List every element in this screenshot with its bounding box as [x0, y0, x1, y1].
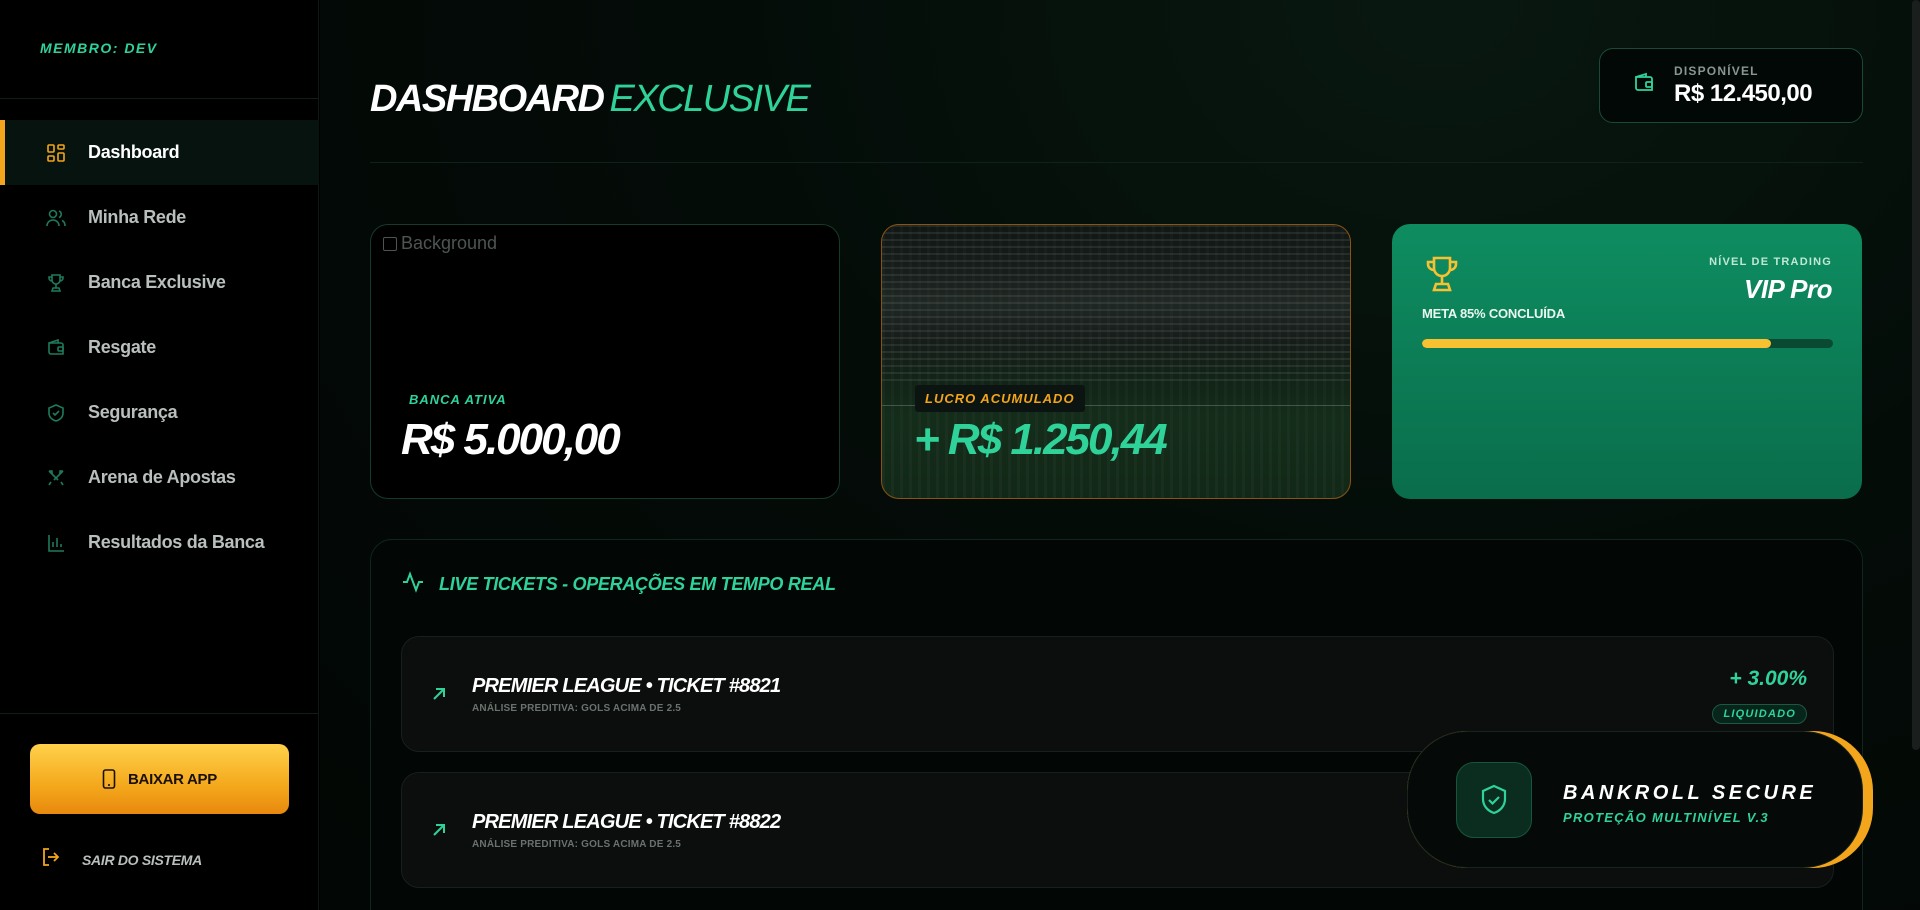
sidebar-item-resgate[interactable]: Resgate [0, 315, 319, 380]
grid-icon [45, 142, 67, 164]
trading-level-value: VIP Pro [1743, 274, 1833, 304]
balance-caption: DISPONÍVEL [1674, 63, 1759, 78]
ticket-analysis: ANÁLISE PREDITIVA: GOLS ACIMA DE 2.5 [472, 839, 682, 850]
live-tickets-header: LIVE TICKETS - OPERAÇÕES EM TEMPO REAL [401, 570, 836, 599]
lucro-acumulado-badge: LUCRO ACUMULADO [915, 385, 1085, 412]
arrow-up-right-icon [430, 685, 448, 708]
sidebar-item-label: Minha Rede [88, 207, 187, 227]
phone-icon [102, 769, 116, 789]
sidebar-nav: Dashboard Minha Rede Banca Exclusive Res… [0, 120, 319, 575]
ticket-status-badge: LIQUIDADO [1712, 704, 1807, 724]
sidebar-item-seguranca[interactable]: Segurança [0, 380, 319, 445]
download-app-button[interactable]: BAIXAR APP [30, 744, 289, 814]
goal-progress-fill [1422, 339, 1772, 348]
header-divider [370, 162, 1863, 163]
sidebar-divider [0, 98, 319, 99]
page-title-main: DASHBOARD [370, 78, 605, 120]
sidebar-item-label: Resultados da Banca [88, 532, 265, 552]
sidebar-item-resultados[interactable]: Resultados da Banca [0, 510, 319, 575]
sidebar: MEMBRO: DEV Dashboard Minha Rede Banca E… [0, 0, 319, 910]
bar-chart-icon [45, 532, 67, 554]
balance-value: R$ 12.450,00 [1674, 79, 1813, 107]
shield-icon [45, 402, 67, 424]
logout-label: SAIR DO SISTEMA [82, 851, 202, 868]
trading-level-card: NÍVEL DE TRADING VIP Pro META 85% CONCLU… [1392, 224, 1862, 499]
sidebar-item-banca-exclusive[interactable]: Banca Exclusive [0, 250, 319, 315]
shield-check-icon [1456, 762, 1532, 838]
live-tickets-title: LIVE TICKETS - OPERAÇÕES EM TEMPO REAL [439, 574, 836, 594]
download-app-label: BAIXAR APP [128, 770, 217, 788]
page-title: DASHBOARD EXCLUSIVE [370, 78, 811, 121]
ticket-analysis: ANÁLISE PREDITIVA: GOLS ACIMA DE 2.5 [472, 703, 682, 714]
sidebar-item-dashboard[interactable]: Dashboard [0, 120, 319, 185]
sidebar-item-minha-rede[interactable]: Minha Rede [0, 185, 319, 250]
goal-progress-label: META 85% CONCLUÍDA [1422, 306, 1566, 321]
bankroll-secure-widget[interactable]: BANKROLL SECURE PROTEÇÃO MULTINÍVEL V.3 [1407, 731, 1873, 868]
sidebar-item-label: Resgate [88, 337, 156, 357]
banca-ativa-card: Background BANCA ATIVA R$ 5.000,00 [370, 224, 840, 499]
wallet-icon [1632, 71, 1656, 100]
logout-icon [40, 846, 62, 873]
bankroll-secure-subtitle: PROTEÇÃO MULTINÍVEL V.3 [1563, 810, 1769, 825]
banca-ativa-amount: R$ 5.000,00 [401, 415, 621, 464]
balance-widget: DISPONÍVEL R$ 12.450,00 [1599, 48, 1863, 123]
arrow-up-right-icon [430, 821, 448, 844]
ticket-name: PREMIER LEAGUE • TICKET #8821 [472, 675, 781, 697]
users-icon [45, 207, 67, 229]
page-scrollbar[interactable] [1912, 0, 1920, 750]
page-title-accent: EXCLUSIVE [609, 78, 811, 120]
sidebar-item-label: Banca Exclusive [88, 272, 226, 292]
broken-image-icon [383, 236, 397, 251]
banca-ativa-badge: BANCA ATIVA [409, 392, 507, 407]
bankroll-secure-title: BANKROLL SECURE [1563, 782, 1817, 804]
ticket-name: PREMIER LEAGUE • TICKET #8822 [472, 811, 781, 833]
logout-button[interactable]: SAIR DO SISTEMA [40, 846, 202, 873]
member-label: MEMBRO: DEV [40, 40, 158, 56]
lucro-acumulado-card: LUCRO ACUMULADO + R$ 1.250,44 [881, 224, 1351, 499]
sidebar-item-arena[interactable]: Arena de Apostas [0, 445, 319, 510]
trophy-icon [45, 272, 67, 294]
bankroll-secure-card: BANKROLL SECURE PROTEÇÃO MULTINÍVEL V.3 [1407, 731, 1863, 868]
wallet-icon [45, 337, 67, 359]
swords-icon [45, 467, 67, 489]
broken-image: Background [383, 233, 497, 254]
sidebar-item-label: Segurança [88, 402, 178, 422]
sidebar-item-label: Dashboard [88, 142, 180, 162]
sidebar-divider [0, 713, 319, 714]
goal-progress-bar [1422, 339, 1833, 348]
sidebar-item-label: Arena de Apostas [88, 467, 236, 487]
ticket-return: + 3.00% [1729, 667, 1807, 690]
lucro-acumulado-amount: + R$ 1.250,44 [914, 415, 1168, 464]
broken-image-alt: Background [401, 233, 498, 253]
trading-level-caption: NÍVEL DE TRADING [1709, 256, 1832, 268]
stadium-stands [882, 225, 1350, 384]
activity-icon [401, 570, 425, 599]
trophy-icon [1422, 254, 1462, 299]
